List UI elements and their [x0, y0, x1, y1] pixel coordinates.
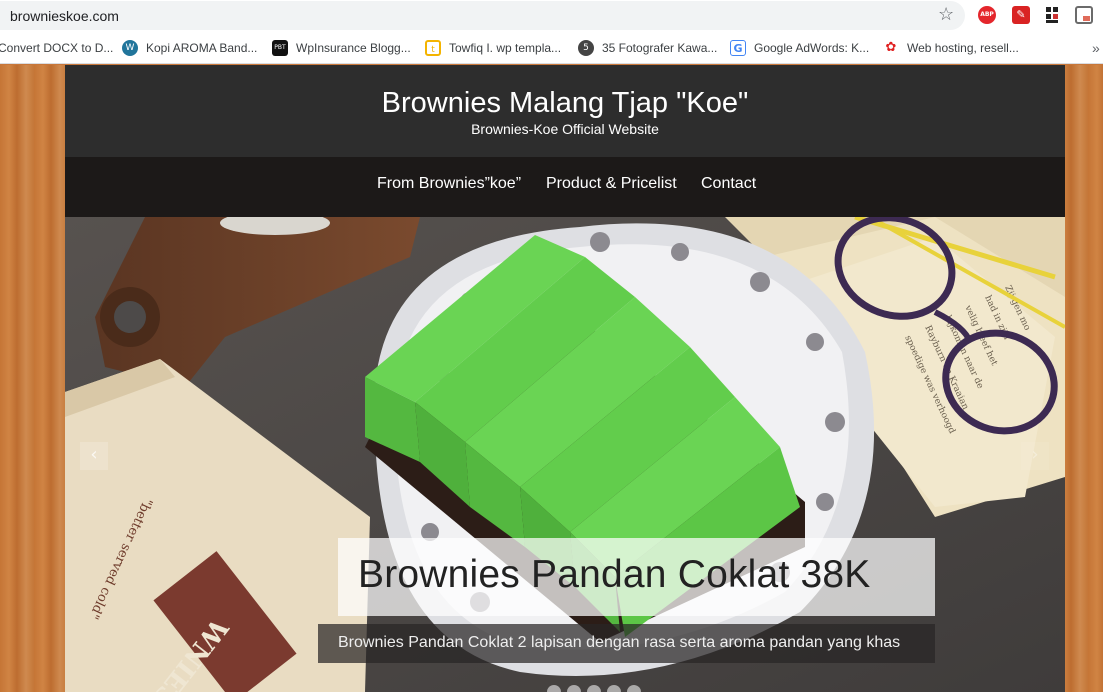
nav-item-contact[interactable]: Contact — [701, 175, 756, 193]
slider-dot[interactable] — [587, 685, 601, 692]
window-extension-icon[interactable] — [1075, 6, 1093, 24]
slider-dot[interactable] — [607, 685, 621, 692]
acrobat-pdf-icon[interactable]: ✎ — [1012, 6, 1030, 24]
slider-pagination — [547, 685, 641, 692]
slide-photo: "better served cold" WNIES spoedige was … — [65, 217, 1065, 692]
slide-caption-description-box: Brownies Pandan Coklat 2 lapisan dengan … — [318, 624, 935, 663]
bookmark-item[interactable]: t Towfiq I. wp templa... — [425, 39, 561, 57]
address-bar[interactable]: brownieskoe.com — [0, 1, 965, 30]
bookmark-item[interactable]: W Kopi AROMA Band... — [122, 39, 257, 57]
nav-item-about[interactable]: From Brownies”koe” — [377, 175, 521, 193]
bookmark-label: Web hosting, resell... — [907, 41, 1019, 55]
towfiq-icon: t — [425, 40, 441, 56]
bookmark-label: Convert DOCX to D... — [0, 41, 114, 55]
url-text[interactable]: brownieskoe.com — [10, 8, 119, 24]
bookmark-item[interactable]: Convert DOCX to D... — [0, 39, 113, 57]
bookmark-label: Google AdWords: K... — [754, 41, 870, 55]
site-header: Brownies Malang Tjap "Koe" Brownies-Koe … — [65, 65, 1065, 157]
slide-caption-title: Brownies Pandan Coklat 38K — [358, 553, 871, 596]
500px-icon: 5 — [578, 40, 594, 56]
extension-grid-icon[interactable] — [1045, 6, 1063, 24]
nav-item-products[interactable]: Product & Pricelist — [546, 175, 677, 193]
adblock-plus-icon[interactable]: ABP — [978, 6, 996, 24]
site-title[interactable]: Brownies Malang Tjap "Koe" — [65, 87, 1065, 120]
pbt-icon: PBT — [272, 40, 288, 56]
bookmark-label: WpInsurance Blogg... — [296, 41, 411, 55]
bookmark-item[interactable]: 5 35 Fotografer Kawa... — [578, 39, 717, 57]
bookmark-star-icon[interactable]: ☆ — [938, 4, 954, 25]
bookmark-item[interactable]: G Google AdWords: K... — [730, 39, 869, 57]
more-bookmarks-icon[interactable]: » — [1092, 40, 1100, 56]
slide-caption-title-box: Brownies Pandan Coklat 38K — [338, 538, 935, 616]
site-description: Brownies-Koe Official Website — [471, 121, 659, 137]
slider-prev-button[interactable]: ‹ — [80, 442, 108, 470]
browser-toolbar: brownieskoe.com ☆ ABP ✎ — [0, 0, 1103, 32]
bookmark-item[interactable]: PBT WpInsurance Blogg... — [272, 39, 411, 57]
wordpress-icon: W — [122, 40, 138, 56]
google-icon: G — [730, 40, 746, 56]
slider-dot[interactable] — [547, 685, 561, 692]
slide-caption-description: Brownies Pandan Coklat 2 lapisan dengan … — [338, 634, 901, 651]
slider-dot[interactable] — [567, 685, 581, 692]
slider-dot[interactable] — [627, 685, 641, 692]
bookmark-item[interactable]: ✿ Web hosting, resell... — [883, 39, 1019, 57]
bookmark-label: 35 Fotografer Kawa... — [602, 41, 718, 55]
slider-next-button[interactable]: › — [1021, 442, 1049, 470]
image-slider: "better served cold" WNIES spoedige was … — [65, 217, 1065, 692]
bookmarks-bar: Convert DOCX to D... W Kopi AROMA Band..… — [0, 32, 1103, 64]
bookmark-label: Towfiq I. wp templa... — [449, 41, 562, 55]
hosting-icon: ✿ — [883, 40, 899, 56]
bookmark-label: Kopi AROMA Band... — [146, 41, 258, 55]
site-container: Brownies Malang Tjap "Koe" Brownies-Koe … — [65, 65, 1065, 692]
main-navigation: From Brownies”koe” Product & Pricelist C… — [65, 157, 1065, 217]
